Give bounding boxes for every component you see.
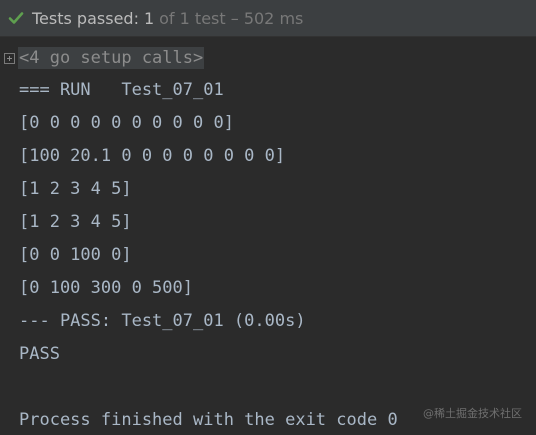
console-line: --- PASS: Test_07_01 (0.00s) bbox=[19, 311, 306, 331]
test-runner-panel: Tests passed: 1 of 1 test – 502 ms <4 go… bbox=[0, 0, 536, 435]
console-line: === RUN Test_07_01 bbox=[19, 80, 224, 100]
console-line: [0 0 100 0] bbox=[19, 245, 132, 265]
console-line: [1 2 3 4 5] bbox=[19, 179, 132, 199]
console-line: [1 2 3 4 5] bbox=[19, 212, 132, 232]
status-detail: of 1 test – 502 ms bbox=[159, 8, 304, 28]
console-line: [0 0 0 0 0 0 0 0 0 0] bbox=[19, 113, 234, 133]
console-line: PASS bbox=[19, 344, 60, 364]
exit-code-line: Process finished with the exit code 0 bbox=[19, 410, 398, 430]
status-text: Tests passed: bbox=[32, 8, 139, 28]
console-output[interactable]: <4 go setup calls> === RUN Test_07_01 [0… bbox=[0, 37, 536, 435]
check-icon bbox=[8, 10, 24, 26]
test-status-bar: Tests passed: 1 of 1 test – 502 ms bbox=[0, 0, 536, 37]
watermark: @稀土掘金技术社区 bbox=[423, 407, 522, 420]
status-count: 1 bbox=[143, 8, 155, 28]
fold-label[interactable]: <4 go setup calls> bbox=[18, 47, 205, 69]
console-line: [0 100 300 0 500] bbox=[19, 278, 193, 298]
console-line: [100 20.1 0 0 0 0 0 0 0 0] bbox=[19, 146, 286, 166]
expand-fold-icon[interactable] bbox=[4, 52, 15, 64]
fold-region[interactable]: <4 go setup calls> bbox=[4, 45, 205, 71]
